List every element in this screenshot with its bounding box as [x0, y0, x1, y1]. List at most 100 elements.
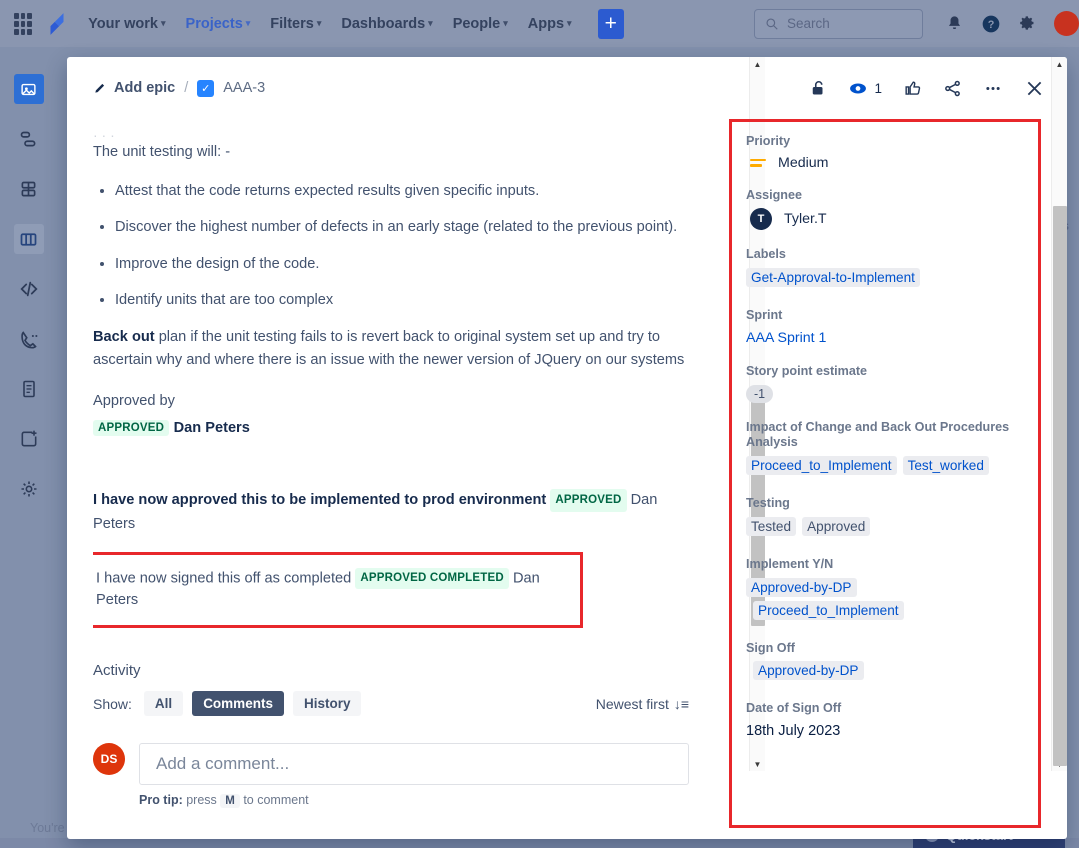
- list-item: Identify units that are too complex: [115, 289, 689, 312]
- nav-your-work[interactable]: Your work ▾: [88, 16, 165, 32]
- app-switcher-icon[interactable]: [14, 13, 32, 35]
- field-label: Sign Off: [746, 641, 1024, 657]
- avatar: DS: [93, 743, 125, 775]
- list-item: Discover the highest number of defects i…: [115, 216, 689, 239]
- field-priority: Priority Medium: [746, 134, 1024, 171]
- scrollbar-thumb[interactable]: [1053, 206, 1067, 766]
- pencil-icon: [93, 81, 107, 95]
- sprint-link[interactable]: AAA Sprint 1: [746, 330, 826, 346]
- field-signoff: Sign Off Approved-by-DP: [746, 641, 1024, 685]
- issue-key-link[interactable]: AAA-3: [223, 80, 265, 96]
- approved-by-title: Approved by: [93, 393, 689, 409]
- panel-scrollbar[interactable]: ▲ ▼: [1051, 57, 1067, 771]
- sidebar-item-project-avatar[interactable]: [14, 74, 44, 104]
- nav-label: People: [453, 16, 501, 32]
- approval-note-text: I have now approved this to be implement…: [93, 492, 546, 508]
- priority-value: Medium: [778, 155, 828, 171]
- unlock-icon[interactable]: [809, 79, 827, 98]
- label-tag[interactable]: Get-Approval-to-Implement: [746, 268, 920, 287]
- scroll-up-arrow-icon[interactable]: ▲: [1056, 57, 1064, 71]
- search-placeholder: Search: [787, 16, 830, 31]
- chevron-down-icon: ▾: [161, 18, 166, 29]
- story-point-value[interactable]: -1: [746, 385, 773, 403]
- signoff-date-value[interactable]: 18th July 2023: [746, 723, 840, 739]
- comment-input[interactable]: Add a comment...: [139, 743, 689, 785]
- watch-eye-icon[interactable]: 1: [848, 79, 882, 98]
- assignee-name: Tyler.T: [784, 211, 827, 227]
- approver-name: Dan Peters: [174, 420, 250, 436]
- chevron-down-icon: ▾: [246, 18, 251, 29]
- field-story-points: Story point estimate -1: [746, 364, 1024, 403]
- jira-logo-icon[interactable]: [44, 11, 70, 37]
- create-button[interactable]: +: [598, 9, 624, 39]
- settings-gear-icon[interactable]: [1018, 14, 1037, 33]
- sort-descending-icon: ↓≡: [674, 696, 689, 712]
- nav-apps[interactable]: Apps ▾: [528, 16, 572, 32]
- testing-tag[interactable]: Tested: [746, 517, 796, 536]
- svg-text:?: ?: [988, 19, 995, 31]
- testing-tag[interactable]: Approved: [802, 517, 870, 536]
- share-icon[interactable]: [943, 79, 962, 98]
- activity-filter-all[interactable]: All: [144, 691, 183, 716]
- field-label: Sprint: [746, 308, 1024, 324]
- status-badge: APPROVED: [93, 420, 169, 436]
- signoff-note-text: I have now signed this off as completed: [96, 571, 351, 587]
- sidebar-item-board[interactable]: [14, 224, 44, 254]
- sidebar-item-code[interactable]: [14, 274, 44, 304]
- impact-tag[interactable]: Proceed_to_Implement: [746, 456, 897, 475]
- nav-label: Dashboards: [341, 16, 425, 32]
- profile-avatar[interactable]: [1054, 11, 1079, 36]
- screen: Your work ▾ Projects ▾ Filters ▾ Dashboa…: [0, 0, 1079, 848]
- chevron-down-icon: ▾: [428, 18, 433, 29]
- close-icon[interactable]: [1024, 78, 1045, 99]
- nav-filters[interactable]: Filters ▾: [270, 16, 321, 32]
- field-assignee: Assignee T Tyler.T: [746, 188, 1024, 231]
- sidebar-item-project-pages[interactable]: [14, 374, 44, 404]
- nav-dashboards[interactable]: Dashboards ▾: [341, 16, 432, 32]
- field-label: Assignee: [746, 188, 1024, 204]
- activity-filter-row: Show: All Comments History Newest first …: [93, 691, 689, 716]
- sidebar-item-add-shortcut[interactable]: [14, 424, 44, 454]
- assignee-value-row[interactable]: T Tyler.T: [746, 208, 1024, 230]
- backout-bold: Back out: [93, 329, 155, 345]
- project-sidebar: [0, 47, 57, 848]
- show-label: Show:: [93, 696, 132, 712]
- sidebar-item-project-settings[interactable]: [14, 474, 44, 504]
- search-input[interactable]: Search: [754, 9, 923, 39]
- issue-content-column: · · · The unit testing will: - Attest th…: [93, 119, 703, 839]
- backout-rest: plan if the unit testing fails to is rev…: [93, 329, 684, 368]
- chevron-down-icon: ▾: [567, 18, 572, 29]
- top-navigation-bar: Your work ▾ Projects ▾ Filters ▾ Dashboa…: [0, 0, 1079, 47]
- field-label: Priority: [746, 134, 1024, 150]
- signoff-highlight-box: I have now signed this off as completed …: [93, 552, 583, 628]
- nav-projects[interactable]: Projects ▾: [186, 16, 251, 32]
- nav-people[interactable]: People ▾: [453, 16, 508, 32]
- scrollbar-track[interactable]: [1052, 71, 1067, 757]
- watch-count: 1: [874, 81, 882, 96]
- comment-placeholder: Add a comment...: [156, 754, 289, 774]
- approval-note: I have now approved this to be implement…: [93, 489, 689, 536]
- sidebar-item-on-call[interactable]: [14, 324, 44, 354]
- chevron-down-icon: ▾: [503, 18, 508, 29]
- impact-tag[interactable]: Test_worked: [903, 456, 989, 475]
- more-actions-icon[interactable]: [983, 79, 1003, 98]
- breadcrumb-separator: /: [184, 80, 188, 96]
- modal-body: · · · The unit testing will: - Attest th…: [67, 119, 1067, 839]
- implement-tag[interactable]: Proceed_to_Implement: [753, 601, 904, 620]
- priority-value-row[interactable]: Medium: [746, 155, 1024, 171]
- help-icon[interactable]: ?: [981, 14, 1001, 34]
- add-epic-button[interactable]: Add epic: [93, 80, 175, 96]
- sidebar-item-backlog[interactable]: [14, 174, 44, 204]
- signoff-tag[interactable]: Approved-by-DP: [753, 661, 864, 680]
- activity-sort-button[interactable]: Newest first ↓≡: [596, 696, 689, 712]
- activity-filter-comments[interactable]: Comments: [192, 691, 284, 716]
- field-labels: Labels Get-Approval-to-Implement: [746, 247, 1024, 291]
- field-implement: Implement Y/N Approved-by-DP Proceed_to_…: [746, 557, 1024, 624]
- sidebar-item-roadmap[interactable]: [14, 124, 44, 154]
- activity-filter-history[interactable]: History: [293, 691, 362, 716]
- field-label: Labels: [746, 247, 1024, 263]
- implement-tag[interactable]: Approved-by-DP: [746, 578, 857, 597]
- notifications-bell-icon[interactable]: [945, 14, 964, 33]
- scroll-up-arrow-icon[interactable]: ▲: [754, 57, 762, 71]
- thumbs-up-icon[interactable]: [903, 79, 922, 98]
